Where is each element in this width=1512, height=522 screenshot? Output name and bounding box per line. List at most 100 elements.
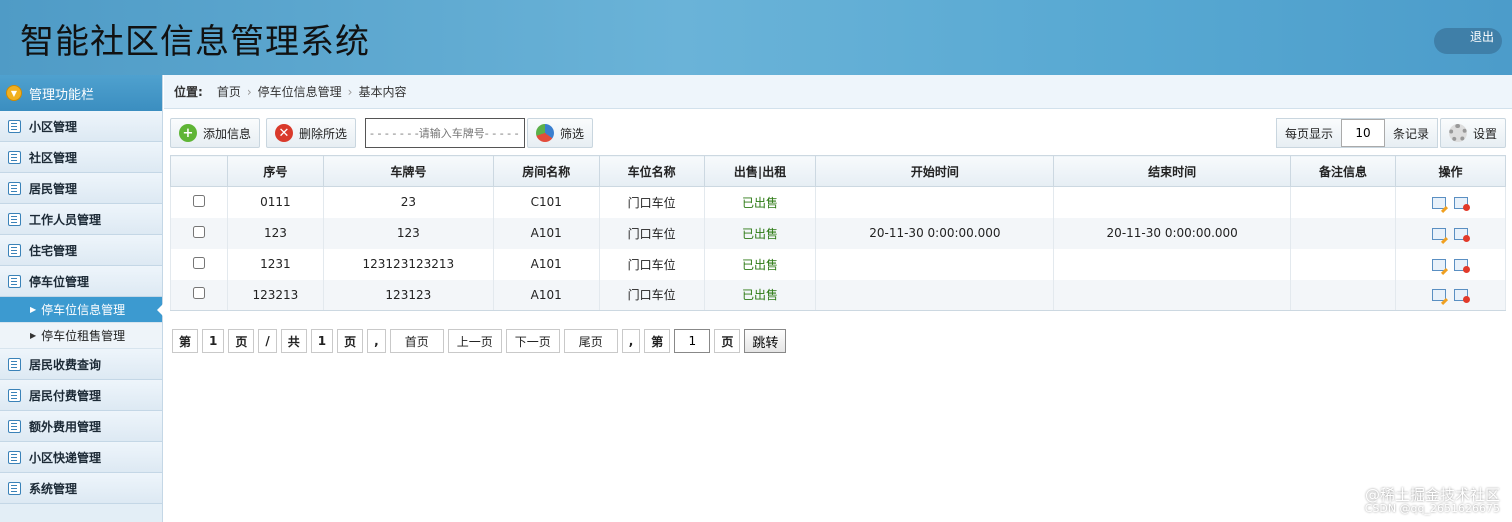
sidebar: ▼ 管理功能栏 小区管理 社区管理 居民管理 工作人员管理 住宅管理 停车位管理… xyxy=(0,75,163,522)
prev-page-button[interactable]: 上一页 xyxy=(447,329,502,353)
sidebar-header-label: 管理功能栏 xyxy=(29,87,95,103)
cell-actions xyxy=(1394,217,1507,249)
col-remark[interactable]: 备注信息 xyxy=(1290,155,1396,187)
breadcrumb-parking[interactable]: 停车位信息管理 xyxy=(258,83,342,100)
pager-ye: 页 xyxy=(228,329,255,353)
sidebar-item-residents[interactable]: 居民管理 xyxy=(0,173,162,204)
cell-start: 20-11-30 0:00:00.000 xyxy=(815,217,1055,249)
edit-icon[interactable] xyxy=(1432,258,1447,271)
edit-icon[interactable] xyxy=(1432,289,1447,302)
logout-button[interactable]: 退出 xyxy=(1434,28,1502,54)
table-row: 0111 23 C101 门口车位 已出售 xyxy=(170,186,1507,218)
sidebar-item-extra-fee[interactable]: 额外费用管理 xyxy=(0,411,162,442)
delete-button-label: 删除所选 xyxy=(299,126,348,141)
cell-actions xyxy=(1394,279,1507,311)
delete-selected-button[interactable]: ✕ 删除所选 xyxy=(266,118,357,148)
settings-button[interactable]: 设置 xyxy=(1439,118,1506,148)
breadcrumb-separator-icon: › xyxy=(246,84,252,99)
row-checkbox[interactable] xyxy=(192,194,205,207)
edit-icon[interactable] xyxy=(1432,196,1447,209)
per-page-input[interactable] xyxy=(1340,119,1385,147)
pager-comma: , xyxy=(367,329,386,353)
sidebar-subitem-parking-rent[interactable]: ▶ 停车位租售管理 xyxy=(0,323,162,349)
cell-spot: 门口车位 xyxy=(598,217,705,249)
breadcrumb-label: 位置: xyxy=(174,85,203,99)
row-checkbox[interactable] xyxy=(192,256,205,269)
sidebar-item-express[interactable]: 小区快递管理 xyxy=(0,442,162,473)
sidebar-subitem-label: 停车位租售管理 xyxy=(41,329,126,343)
cell-seq: 123213 xyxy=(226,279,324,311)
first-page-button[interactable]: 首页 xyxy=(389,329,444,353)
col-end-time[interactable]: 结束时间 xyxy=(1053,155,1292,187)
filter-button-label: 筛选 xyxy=(560,126,585,141)
col-room[interactable]: 房间名称 xyxy=(492,155,600,187)
filter-button[interactable]: 筛选 xyxy=(527,118,594,148)
pager-ye2: 页 xyxy=(337,329,364,353)
caret-right-icon: ▶ xyxy=(30,305,37,314)
cell-status: 已出售 xyxy=(703,279,817,311)
caret-right-icon: ▶ xyxy=(30,331,37,340)
sidebar-item-charge-query[interactable]: 居民收费查询 xyxy=(0,349,162,380)
sidebar-item-payment[interactable]: 居民付费管理 xyxy=(0,380,162,411)
sidebar-item-label: 停车位管理 xyxy=(29,274,90,289)
col-sale-rent[interactable]: 出售|出租 xyxy=(703,155,817,187)
row-checkbox[interactable] xyxy=(192,287,205,300)
pager-ye3: 页 xyxy=(714,329,741,353)
gear-icon xyxy=(1448,124,1467,142)
jump-button[interactable]: 跳转 xyxy=(744,329,787,353)
calendar-icon xyxy=(8,274,21,288)
cell-end xyxy=(1053,248,1292,280)
sidebar-item-community[interactable]: 小区管理 xyxy=(0,111,162,142)
sidebar-item-staff[interactable]: 工作人员管理 xyxy=(0,204,162,235)
delete-icon[interactable] xyxy=(1454,196,1471,211)
app-title: 智能社区信息管理系统 xyxy=(20,22,370,62)
cell-spot: 门口车位 xyxy=(598,248,705,280)
breadcrumb-home[interactable]: 首页 xyxy=(217,83,241,100)
sidebar-item-system[interactable]: 系统管理 xyxy=(0,473,162,504)
add-button-label: 添加信息 xyxy=(203,126,252,141)
plus-icon: + xyxy=(179,124,197,142)
parking-table: 序号 车牌号 房间名称 车位名称 出售|出租 开始时间 结束时间 备注信息 操作… xyxy=(170,155,1507,311)
col-start-time[interactable]: 开始时间 xyxy=(815,155,1055,187)
sidebar-item-label: 小区快递管理 xyxy=(29,450,102,465)
delete-icon[interactable] xyxy=(1454,289,1471,304)
sidebar-item-parking[interactable]: 停车位管理 xyxy=(0,266,162,297)
col-actions: 操作 xyxy=(1394,155,1507,187)
cell-end: 20-11-30 0:00:00.000 xyxy=(1053,217,1292,249)
watermark: @稀土掘金技术社区 CSDN @qq_2651626675 xyxy=(1365,488,1500,516)
table-row: 123 123 A101 门口车位 已出售 20-11-30 0:00:00.0… xyxy=(170,217,1507,249)
sidebar-item-label: 系统管理 xyxy=(29,481,78,496)
calendar-icon xyxy=(8,388,21,402)
calendar-icon xyxy=(8,450,21,464)
sidebar-item-label: 小区管理 xyxy=(29,119,78,134)
sidebar-subitem-parking-info[interactable]: ▶ 停车位信息管理 xyxy=(0,297,163,323)
last-page-button[interactable]: 尾页 xyxy=(563,329,618,353)
sidebar-item-label: 社区管理 xyxy=(29,150,78,165)
per-page-control: 每页显示 条记录 xyxy=(1275,118,1438,148)
sidebar-item-housing[interactable]: 住宅管理 xyxy=(0,235,162,266)
watermark-line1: @稀土掘金技术社区 xyxy=(1364,486,1500,504)
cell-seq: 0111 xyxy=(226,186,324,218)
row-checkbox[interactable] xyxy=(192,225,205,238)
calendar-icon xyxy=(8,243,21,257)
cell-remark xyxy=(1290,248,1396,280)
jump-page-input[interactable] xyxy=(674,329,711,353)
delete-icon[interactable] xyxy=(1454,258,1471,273)
sidebar-item-label: 住宅管理 xyxy=(29,243,78,258)
plate-search-input[interactable] xyxy=(365,118,525,148)
cell-room: A101 xyxy=(492,248,600,280)
cell-room: C101 xyxy=(492,186,600,218)
next-page-button[interactable]: 下一页 xyxy=(505,329,560,353)
edit-icon[interactable] xyxy=(1432,227,1447,240)
cell-room: A101 xyxy=(492,279,600,311)
calendar-icon xyxy=(8,357,21,371)
col-seq[interactable]: 序号 xyxy=(226,155,324,187)
col-plate[interactable]: 车牌号 xyxy=(322,155,494,187)
cell-plate: 123123123213 xyxy=(322,248,494,280)
delete-icon[interactable] xyxy=(1454,227,1471,242)
sidebar-item-society[interactable]: 社区管理 xyxy=(0,142,162,173)
add-button[interactable]: + 添加信息 xyxy=(170,118,261,148)
calendar-icon xyxy=(8,419,21,433)
chevron-down-icon: ▼ xyxy=(6,85,22,101)
col-spot[interactable]: 车位名称 xyxy=(598,155,705,187)
